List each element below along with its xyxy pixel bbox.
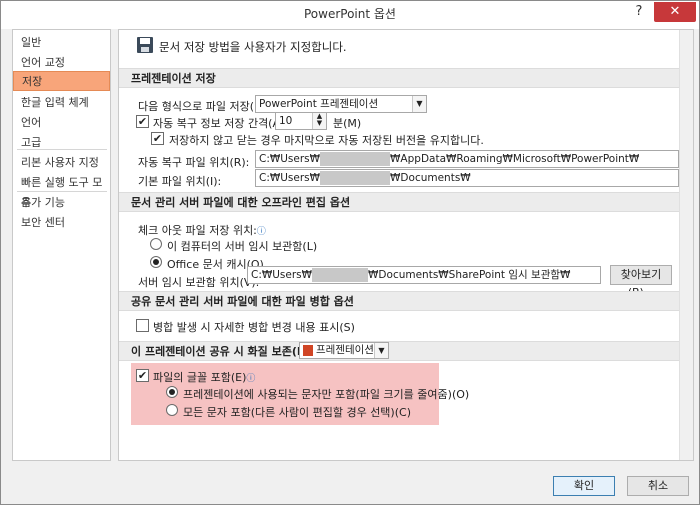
radio-embed-used-chars-label: 프레젠테이션에 사용되는 문자만 포함(파일 크기를 줄여줌)(O) <box>183 388 470 401</box>
autorecover-location-input[interactable]: C:₩Users₩ ₩AppData₩Roaming₩Microsoft₩Powe… <box>255 150 679 168</box>
title-bar: PowerPoint 옵션 ? ✕ <box>1 1 699 29</box>
info-icon: ⓘ <box>256 227 266 237</box>
sidebar-item-language[interactable]: 언어 <box>13 113 110 133</box>
save-format-value: PowerPoint 프레젠테이션 <box>259 98 379 110</box>
presentation-dropdown[interactable]: 프레젠테이션1 ▼ <box>299 342 389 359</box>
sidebar-item-quick-access[interactable]: 빠른 실행 도구 모음 <box>13 173 110 209</box>
sidebar-item-trust-center[interactable]: 보안 센터 <box>13 213 110 233</box>
chevron-down-icon: ▼ <box>374 343 388 358</box>
autorecover-label: 자동 복구 정보 저장 간격(A): <box>153 117 288 130</box>
help-button[interactable]: ? <box>625 2 653 22</box>
embed-fonts-label: 파일의 글꼴 포함(E)ⓘ <box>153 369 255 385</box>
autorecover-minutes-value: 10 <box>279 115 293 127</box>
checkout-location-text: 체크 아웃 파일 저장 위치: <box>138 224 257 237</box>
show-merge-changes-checkbox[interactable] <box>136 319 149 332</box>
section-fidelity-header: 이 프레젠테이션 공유 시 화질 보존(D): <box>119 341 693 361</box>
vertical-scrollbar[interactable] <box>679 30 693 460</box>
default-location-input[interactable]: C:₩Users₩ ₩Documents₩ <box>255 169 679 187</box>
save-format-label: 다음 형식으로 파일 저장(F): <box>138 100 269 113</box>
sidebar-item-add-ins[interactable]: 추가 기능 <box>13 193 110 213</box>
drafts-location-label: 서버 임시 보관함 위치(V): <box>138 276 260 289</box>
category-sidebar: 일반 언어 교정 저장 한글 입력 체계 언어 고급 리본 사용자 지정 빠른 … <box>12 29 111 461</box>
minutes-unit-label: 분(M) <box>333 117 362 130</box>
sidebar-item-hangul-input[interactable]: 한글 입력 체계 <box>13 93 110 113</box>
keep-last-autosaved-checkbox[interactable]: ✔ <box>151 132 164 145</box>
autorecover-location-label: 자동 복구 파일 위치(R): <box>138 156 250 169</box>
radio-local-drafts[interactable] <box>150 238 162 250</box>
options-dialog: PowerPoint 옵션 ? ✕ 일반 언어 교정 저장 한글 입력 체계 언… <box>0 0 700 505</box>
radio-embed-all-chars[interactable] <box>166 404 178 416</box>
close-button[interactable]: ✕ <box>654 2 696 22</box>
spinner-icon[interactable]: ▲ ▼ <box>312 113 326 129</box>
sidebar-item-proofing[interactable]: 언어 교정 <box>13 53 110 73</box>
path-suffix: ₩AppData₩Roaming₩Microsoft₩PowerPoint₩ <box>390 153 640 165</box>
checkout-location-label: 체크 아웃 파일 저장 위치:ⓘ <box>138 222 266 238</box>
sidebar-item-save[interactable]: 저장 <box>13 71 110 91</box>
section-save-header: 프레젠테이션 저장 <box>119 68 693 88</box>
save-format-dropdown[interactable]: PowerPoint 프레젠테이션 ▼ <box>255 95 427 113</box>
presentation-value: 프레젠테이션1 <box>316 344 381 356</box>
info-icon: ⓘ <box>246 374 256 384</box>
radio-embed-used-chars[interactable] <box>166 386 178 398</box>
radio-office-cache[interactable] <box>150 256 162 268</box>
path-prefix: C:₩Users₩ <box>259 153 321 165</box>
ok-button[interactable]: 확인 <box>553 476 615 496</box>
redacted-username <box>320 171 391 185</box>
floppy-disk-icon <box>137 37 153 53</box>
sidebar-divider <box>17 149 107 150</box>
section-merge-header: 공유 문서 관리 서버 파일에 대한 파일 병합 옵션 <box>119 291 693 311</box>
sidebar-divider <box>17 191 107 192</box>
redacted-username <box>312 268 369 282</box>
window-title: PowerPoint 옵션 <box>304 7 396 21</box>
fidelity-title: 이 프레젠테이션 공유 시 화질 보존(D): <box>131 345 316 358</box>
default-location-label: 기본 파일 위치(I): <box>138 175 222 188</box>
sidebar-item-advanced[interactable]: 고급 <box>13 133 110 153</box>
cancel-button[interactable]: 취소 <box>627 476 689 496</box>
page-heading: 문서 저장 방법을 사용자가 지정합니다. <box>159 40 347 54</box>
keep-last-autosaved-label: 저장하지 않고 닫는 경우 마지막으로 자동 저장된 버전을 유지합니다. <box>169 134 484 147</box>
chevron-down-icon: ▼ <box>412 96 426 112</box>
path-suffix: ₩Documents₩SharePoint 임시 보관함₩ <box>368 269 571 281</box>
autorecover-checkbox[interactable]: ✔ <box>136 115 149 128</box>
embed-fonts-checkbox[interactable]: ✔ <box>136 369 149 382</box>
embed-fonts-text: 파일의 글꼴 포함(E) <box>153 371 247 384</box>
powerpoint-icon <box>303 344 313 356</box>
path-prefix: C:₩Users₩ <box>251 269 313 281</box>
drafts-location-input[interactable]: C:₩Users₩ ₩Documents₩SharePoint 임시 보관함₩ <box>247 266 601 284</box>
show-merge-changes-label: 병합 발생 시 자세한 병합 변경 내용 표시(S) <box>153 321 355 334</box>
redacted-username <box>320 152 391 166</box>
path-suffix: ₩Documents₩ <box>390 172 471 184</box>
settings-pane: 문서 저장 방법을 사용자가 지정합니다. 프레젠테이션 저장 다음 형식으로 … <box>118 29 694 461</box>
radio-embed-all-chars-label: 모든 문자 포함(다른 사람이 편집할 경우 선택)(C) <box>183 406 411 419</box>
sidebar-item-customize-ribbon[interactable]: 리본 사용자 지정 <box>13 153 110 173</box>
sidebar-item-general[interactable]: 일반 <box>13 33 110 53</box>
browse-button[interactable]: 찾아보기(B)... <box>610 265 672 299</box>
radio-local-drafts-label: 이 컴퓨터의 서버 임시 보관함(L) <box>167 240 318 253</box>
autorecover-minutes-input[interactable]: 10 ▲ ▼ <box>275 112 327 130</box>
section-offline-header: 문서 관리 서버 파일에 대한 오프라인 편집 옵션 <box>119 192 693 212</box>
path-prefix: C:₩Users₩ <box>259 172 321 184</box>
